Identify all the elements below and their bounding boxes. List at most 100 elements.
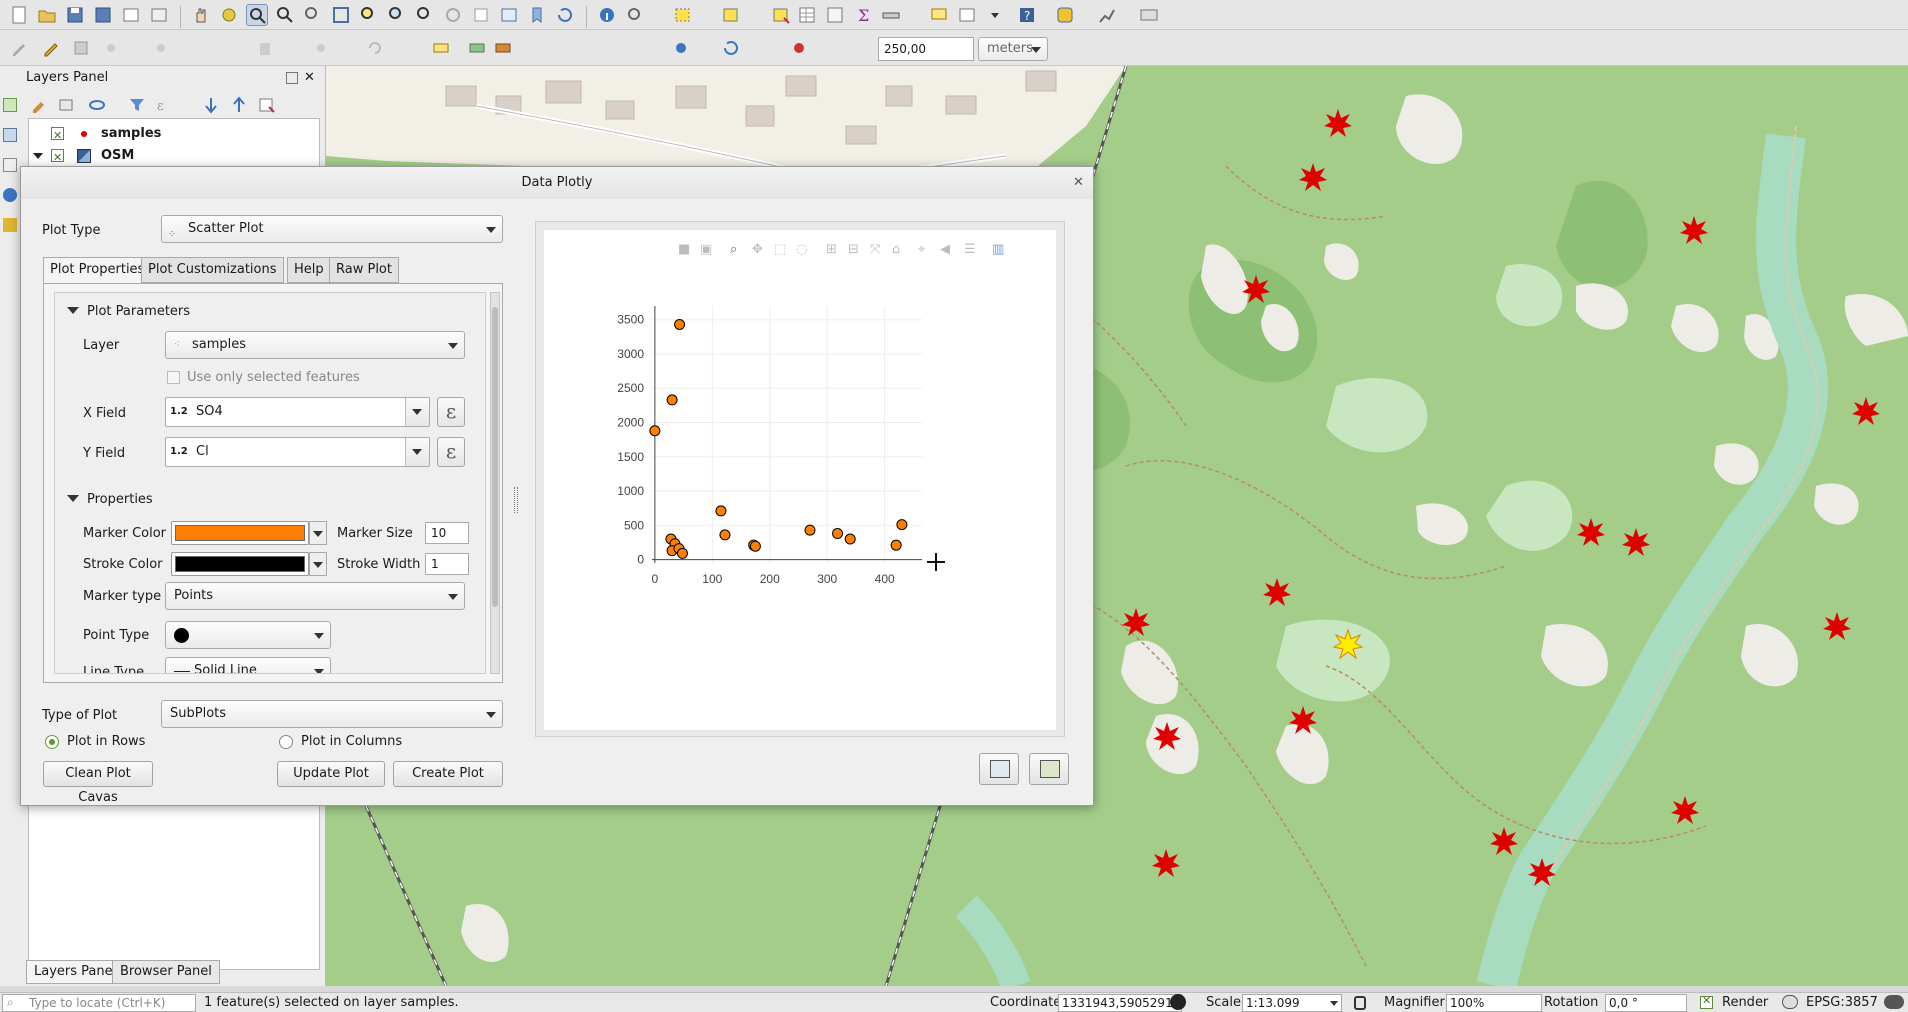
tab-help[interactable]: Help xyxy=(287,257,331,283)
add-vector-layer-icon[interactable] xyxy=(3,98,17,112)
marker-color-button[interactable] xyxy=(171,521,309,545)
add-raster-layer-icon[interactable] xyxy=(3,128,17,142)
select-by-value-icon[interactable] xyxy=(720,4,742,26)
zoom-rubberband-icon[interactable] xyxy=(302,4,324,26)
zoom-full-icon[interactable] xyxy=(330,4,352,26)
text-annotation-icon[interactable] xyxy=(956,4,978,26)
x-field-select[interactable]: 1.2 SO4 xyxy=(165,397,430,427)
sample-point-marker[interactable] xyxy=(1299,163,1327,191)
new-bookmark-icon[interactable] xyxy=(526,4,548,26)
manage-visibility-icon[interactable] xyxy=(86,94,108,116)
layer-visibility-checkbox[interactable] xyxy=(51,147,64,169)
magnifier-spinbox[interactable]: 100% xyxy=(1446,994,1542,1012)
scatter-point[interactable] xyxy=(674,319,686,331)
save-as-icon[interactable] xyxy=(92,4,114,26)
layer-item-osm[interactable]: OSM xyxy=(29,145,319,169)
sample-point-marker[interactable] xyxy=(1152,849,1180,877)
scatter-plot[interactable]: 0 500 1000 1500 2000 2500 3000 3500 0 100 200 300 40… xyxy=(544,230,1056,730)
rotation-spinbox[interactable]: 0,0 ° xyxy=(1605,994,1687,1012)
add-delimited-text-icon[interactable] xyxy=(3,158,17,172)
zoom-last-icon[interactable] xyxy=(442,4,464,26)
pan-icon[interactable] xyxy=(190,4,212,26)
collapse-triangle-icon[interactable] xyxy=(67,307,79,314)
zoom-selection-icon[interactable] xyxy=(358,4,380,26)
layout-manager-icon[interactable] xyxy=(148,4,170,26)
collapse-all-icon[interactable] xyxy=(228,94,250,116)
zoom-next-icon[interactable] xyxy=(470,4,492,26)
marker-size-spinbox[interactable]: 10 xyxy=(425,522,469,544)
stroke-width-spinbox[interactable]: 1 xyxy=(425,553,469,575)
zoom-in-icon[interactable] xyxy=(246,4,268,26)
annotation-dropdown-icon[interactable] xyxy=(984,4,1006,26)
filter-expression-icon[interactable]: ε xyxy=(152,94,174,116)
attribute-table-icon[interactable] xyxy=(796,4,818,26)
tab-raw-plot[interactable]: Raw Plot xyxy=(329,257,399,283)
layer-visibility-checkbox[interactable] xyxy=(51,125,64,147)
properties-scrollbar[interactable] xyxy=(490,292,500,674)
plot-in-columns-radio[interactable] xyxy=(279,735,293,749)
csw-icon[interactable] xyxy=(1138,4,1160,26)
marker-type-select[interactable]: Points xyxy=(165,582,465,610)
tab-plot-properties[interactable]: Plot Properties xyxy=(43,257,152,283)
messages-icon[interactable] xyxy=(1884,995,1904,1009)
measure-icon[interactable] xyxy=(880,4,902,26)
deselect-icon[interactable] xyxy=(770,4,792,26)
scatter-point[interactable] xyxy=(715,505,727,517)
splitter-handle[interactable] xyxy=(514,487,518,513)
sample-point-marker[interactable] xyxy=(1852,397,1880,425)
dropdown-button[interactable] xyxy=(405,398,429,426)
sample-point-marker[interactable] xyxy=(1122,608,1150,636)
select-features-icon[interactable] xyxy=(672,4,694,26)
save-edits-icon[interactable] xyxy=(70,37,92,59)
sample-point-marker[interactable] xyxy=(1680,216,1708,244)
layer-item-samples[interactable]: samples xyxy=(29,123,319,147)
line-type-select[interactable]: Solid Line xyxy=(165,657,331,673)
scatter-point[interactable] xyxy=(749,540,761,552)
close-dialog-icon[interactable]: ✕ xyxy=(1073,175,1084,190)
scale-select[interactable]: 1:13.099 xyxy=(1242,994,1342,1012)
float-panel-icon[interactable] xyxy=(286,72,298,84)
scatter-point[interactable] xyxy=(719,529,731,541)
x-expression-button[interactable]: ε xyxy=(437,397,465,427)
collapse-triangle-icon[interactable] xyxy=(67,495,79,502)
type-of-plot-select[interactable]: SubPlots xyxy=(161,700,503,728)
save-plot-as-html-button[interactable] xyxy=(1029,753,1069,785)
map-tips-icon[interactable] xyxy=(928,4,950,26)
coordinate-field[interactable]: 1331943,5905291 xyxy=(1058,994,1182,1012)
refresh-icon[interactable] xyxy=(554,4,576,26)
new-project-icon[interactable] xyxy=(8,4,30,26)
undo-icon[interactable] xyxy=(364,37,386,59)
snapping-icon[interactable] xyxy=(670,37,692,59)
toggle-editing-icon[interactable] xyxy=(8,37,30,59)
snapping-refresh-icon[interactable] xyxy=(720,37,742,59)
scatter-point[interactable] xyxy=(666,394,678,406)
tab-plot-customizations[interactable]: Plot Customizations xyxy=(141,257,284,283)
scatter-point[interactable] xyxy=(676,547,688,559)
lock-scale-icon[interactable] xyxy=(1354,996,1366,1010)
y-expression-button[interactable]: ε xyxy=(437,437,465,467)
field-calculator-icon[interactable] xyxy=(824,4,846,26)
delete-selected-icon[interactable] xyxy=(254,37,276,59)
scatter-point[interactable] xyxy=(896,519,908,531)
zoom-layer-icon[interactable] xyxy=(386,4,408,26)
update-plot-button[interactable]: Update Plot xyxy=(277,761,385,787)
zoom-out-icon[interactable] xyxy=(274,4,296,26)
toggle-extents-icon[interactable] xyxy=(1170,994,1186,1010)
marker-color-dropdown[interactable] xyxy=(309,521,327,545)
tab-browser-panel[interactable]: Browser Panel xyxy=(112,960,220,984)
add-group-icon[interactable] xyxy=(56,94,78,116)
help-icon[interactable]: ? xyxy=(1016,4,1038,26)
sample-point-marker[interactable] xyxy=(1671,796,1699,824)
identify-icon[interactable] xyxy=(596,4,618,26)
sample-point-marker[interactable] xyxy=(1490,827,1518,855)
stroke-color-dropdown[interactable] xyxy=(309,552,327,576)
open-layer-styling-icon[interactable] xyxy=(28,94,50,116)
expand-triangle-icon[interactable] xyxy=(33,153,43,159)
sample-point-marker[interactable] xyxy=(1622,528,1650,556)
close-panel-icon[interactable]: ✕ xyxy=(304,70,315,85)
crs-globe-icon[interactable] xyxy=(1782,995,1798,1009)
add-mesh-icon[interactable] xyxy=(3,218,17,232)
add-wms-icon[interactable] xyxy=(3,188,17,202)
sample-point-marker[interactable] xyxy=(1263,578,1291,606)
locator-input[interactable]: ⌕ Type to locate (Ctrl+K) xyxy=(2,994,196,1012)
